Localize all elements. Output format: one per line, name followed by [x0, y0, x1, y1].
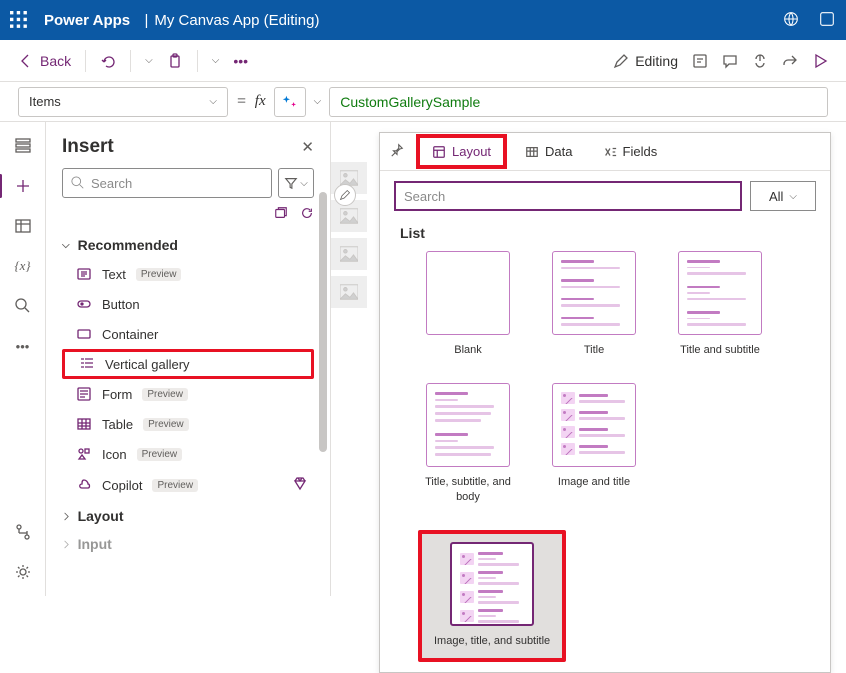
product-name: Power Apps: [44, 12, 130, 29]
rail-insert[interactable]: [13, 176, 33, 196]
close-button[interactable]: ✕: [301, 138, 314, 156]
notes-button[interactable]: [692, 53, 708, 69]
tile-image-title[interactable]: Image and title: [544, 383, 644, 504]
insert-button[interactable]: Button: [62, 289, 314, 319]
insert-title: Insert: [62, 136, 114, 158]
copilot-formula-button[interactable]: [274, 87, 306, 117]
scrollbar[interactable]: [319, 192, 327, 452]
tile-title[interactable]: Title: [544, 251, 644, 357]
edit-pencil-icon[interactable]: [334, 184, 356, 206]
insert-form[interactable]: Form Preview: [62, 379, 314, 409]
undo-chevron[interactable]: ⌵: [145, 55, 153, 66]
tile-image-title-subtitle-selected[interactable]: Image, title, and subtitle: [418, 530, 566, 662]
formula-input[interactable]: CustomGallerySample: [329, 87, 828, 117]
paste-button[interactable]: [167, 53, 183, 69]
tile-title-subtitle-body[interactable]: Title, subtitle, and body: [418, 383, 518, 504]
divider: |: [136, 12, 148, 29]
waffle-icon[interactable]: [10, 11, 28, 29]
category-recommended[interactable]: ⌵ Recommended: [62, 231, 314, 259]
category-label: Recommended: [78, 237, 178, 253]
fx-label: fx: [255, 93, 266, 110]
rail-search[interactable]: [13, 296, 33, 316]
command-bar: Back ⌵ ⌵ ••• Editing: [0, 40, 846, 82]
get-components-icon[interactable]: [274, 206, 288, 223]
rail-tree[interactable]: [13, 136, 33, 156]
insert-icon[interactable]: Icon Preview: [62, 439, 314, 469]
insert-text[interactable]: Text Preview: [62, 259, 314, 289]
environment-icon[interactable]: [782, 10, 800, 31]
property-dropdown[interactable]: Items ⌵: [18, 87, 228, 117]
share-button[interactable]: [782, 53, 798, 69]
layout-search[interactable]: Search: [394, 181, 742, 211]
comments-button[interactable]: [722, 53, 738, 69]
rail-tools[interactable]: [13, 522, 33, 542]
tile-title-subtitle[interactable]: Title and subtitle: [670, 251, 770, 357]
left-rail: {x} •••: [0, 122, 46, 596]
tab-data[interactable]: Data: [513, 138, 584, 165]
back-label: Back: [40, 53, 71, 69]
insert-container[interactable]: Container: [62, 319, 314, 349]
tab-layout[interactable]: Layout: [416, 134, 507, 169]
header-actions: [782, 10, 836, 31]
app-header: Power Apps | My Canvas App (Editing): [0, 0, 846, 40]
refresh-icon[interactable]: [300, 206, 314, 223]
property-label: Items: [29, 94, 61, 109]
back-button[interactable]: Back: [18, 53, 71, 69]
premium-icon: [292, 476, 308, 495]
formula-text: CustomGallerySample: [340, 94, 480, 110]
equals-label: =: [236, 93, 247, 111]
insert-search[interactable]: Search: [62, 168, 272, 198]
category-layout[interactable]: ⌵ Layout: [62, 502, 314, 530]
rail-data[interactable]: [13, 216, 33, 236]
canvas-area: Layout Data Fields Search All⌵: [331, 122, 846, 596]
pin-icon[interactable]: [388, 143, 406, 160]
paste-chevron[interactable]: ⌵: [212, 55, 220, 66]
insert-panel: Insert ✕ Search ⌵ ⌵ Recommended: [46, 122, 331, 596]
gallery-thumbnail[interactable]: [331, 156, 367, 314]
tab-fields[interactable]: Fields: [591, 138, 670, 165]
more-button[interactable]: •••: [233, 53, 248, 69]
insert-copilot[interactable]: Copilot Preview: [62, 469, 314, 502]
undo-button[interactable]: [100, 53, 116, 69]
editing-mode[interactable]: Editing: [613, 53, 678, 69]
insert-table[interactable]: Table Preview: [62, 409, 314, 439]
play-button[interactable]: [812, 53, 828, 69]
section-title: List: [400, 225, 816, 241]
filter-button[interactable]: ⌵: [278, 168, 314, 198]
insert-vertical-gallery[interactable]: Vertical gallery: [62, 349, 314, 379]
settings-icon[interactable]: [818, 10, 836, 31]
formula-bar: Items ⌵ = fx ⌵ CustomGallerySample: [0, 82, 846, 122]
search-placeholder: Search: [91, 176, 132, 191]
editing-label: Editing: [635, 53, 678, 69]
rail-settings[interactable]: [13, 562, 33, 582]
tile-blank[interactable]: Blank: [418, 251, 518, 357]
category-input[interactable]: ⌵ Input: [62, 530, 314, 558]
checker-button[interactable]: [752, 53, 768, 69]
layout-flyout: Layout Data Fields Search All⌵: [379, 132, 831, 673]
app-name: My Canvas App (Editing): [154, 12, 319, 29]
layout-filter[interactable]: All⌵: [750, 181, 816, 211]
rail-more[interactable]: •••: [13, 336, 33, 356]
rail-variables[interactable]: {x}: [13, 256, 33, 276]
copilot-chevron[interactable]: ⌵: [314, 96, 322, 107]
